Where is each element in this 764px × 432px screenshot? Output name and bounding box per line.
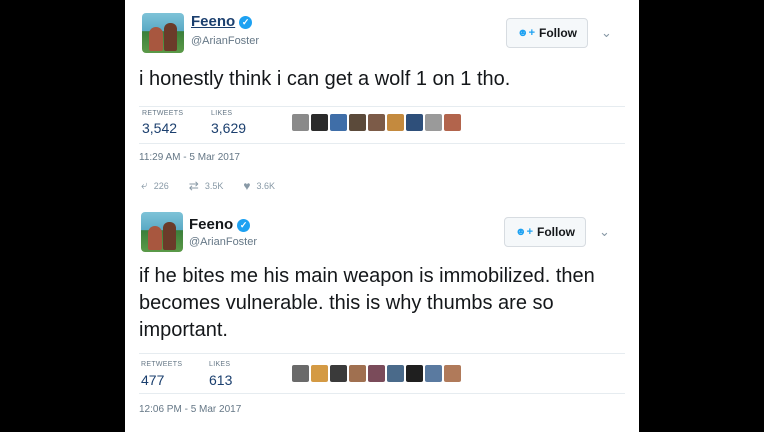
liker-avatar[interactable] — [349, 365, 366, 382]
tweet-screenshot: Feeno ✓ @ArianFoster ☻+ Follow ⌄ i honestl… — [125, 0, 639, 432]
chevron-down-icon[interactable]: ⌄ — [601, 25, 612, 41]
tweet-1: Feeno ✓ @ArianFoster ☻+ Follow ⌄ i honestl… — [125, 0, 639, 207]
liker-avatar[interactable] — [425, 114, 442, 131]
user-handle[interactable]: @ArianFoster — [191, 35, 259, 47]
likes-count[interactable]: 3,629 — [211, 120, 246, 136]
reply-action[interactable]: ⤶ 226 — [141, 178, 169, 193]
liker-avatar[interactable] — [311, 114, 328, 131]
avatar[interactable] — [141, 212, 183, 252]
verified-badge-icon: ✓ — [237, 219, 251, 232]
likes-count[interactable]: 613 — [209, 372, 232, 388]
follow-button[interactable]: ☻+ Follow — [506, 18, 588, 48]
liker-avatar[interactable] — [349, 114, 366, 131]
timestamp[interactable]: 11:29 AM - 5 Mar 2017 — [139, 152, 240, 163]
tweet-text: i honestly think i can get a wolf 1 on 1… — [139, 68, 511, 90]
follow-button[interactable]: ☻+ Follow — [504, 217, 586, 247]
divider — [139, 143, 625, 144]
liker-avatar[interactable] — [330, 114, 347, 131]
liker-avatar[interactable] — [425, 365, 442, 382]
chevron-down-icon[interactable]: ⌄ — [599, 224, 610, 240]
liker-avatar[interactable] — [292, 365, 309, 382]
liker-avatars — [292, 114, 461, 131]
reply-icon: ⤶ — [141, 178, 148, 192]
liker-avatar[interactable] — [406, 114, 423, 131]
likes-label: LIKES — [211, 110, 233, 117]
timestamp[interactable]: 12:06 PM - 5 Mar 2017 — [139, 404, 241, 415]
tweet-text: if he bites me his main weapon is immobi… — [139, 265, 595, 341]
retweets-label: RETWEETS — [142, 110, 184, 117]
display-name[interactable]: Feeno ✓ — [189, 216, 251, 233]
user-handle[interactable]: @ArianFoster — [189, 236, 257, 248]
liker-avatar[interactable] — [444, 114, 461, 131]
liker-avatar[interactable] — [444, 365, 461, 382]
divider — [139, 106, 625, 107]
liker-avatar[interactable] — [387, 114, 404, 131]
verified-badge-icon: ✓ — [239, 16, 253, 29]
action-bar: ⤶ 226 ⇄ 3.5K ♥ 3.6K — [141, 178, 295, 193]
liker-avatar[interactable] — [330, 365, 347, 382]
liker-avatar[interactable] — [311, 365, 328, 382]
liker-avatars — [292, 365, 461, 382]
retweet-action[interactable]: ⇄ 3.5K — [189, 179, 224, 193]
liker-avatar[interactable] — [406, 365, 423, 382]
likes-label: LIKES — [209, 361, 231, 368]
display-name[interactable]: Feeno ✓ — [191, 13, 253, 30]
divider — [139, 393, 625, 394]
liker-avatar[interactable] — [368, 114, 385, 131]
avatar[interactable] — [142, 13, 184, 53]
add-user-icon: ☻+ — [517, 27, 535, 39]
liker-avatar[interactable] — [292, 114, 309, 131]
retweets-count[interactable]: 3,542 — [142, 120, 177, 136]
retweets-count[interactable]: 477 — [141, 372, 164, 388]
add-user-icon: ☻+ — [515, 226, 533, 238]
like-action[interactable]: ♥ 3.6K — [243, 179, 275, 193]
divider — [139, 353, 625, 354]
tweet-2: Feeno ✓ @ArianFoster ☻+ Follow ⌄ if he bit… — [125, 208, 639, 432]
liker-avatar[interactable] — [387, 365, 404, 382]
heart-icon: ♥ — [243, 178, 251, 193]
retweets-label: RETWEETS — [141, 361, 183, 368]
retweet-icon: ⇄ — [188, 178, 199, 193]
liker-avatar[interactable] — [368, 365, 385, 382]
